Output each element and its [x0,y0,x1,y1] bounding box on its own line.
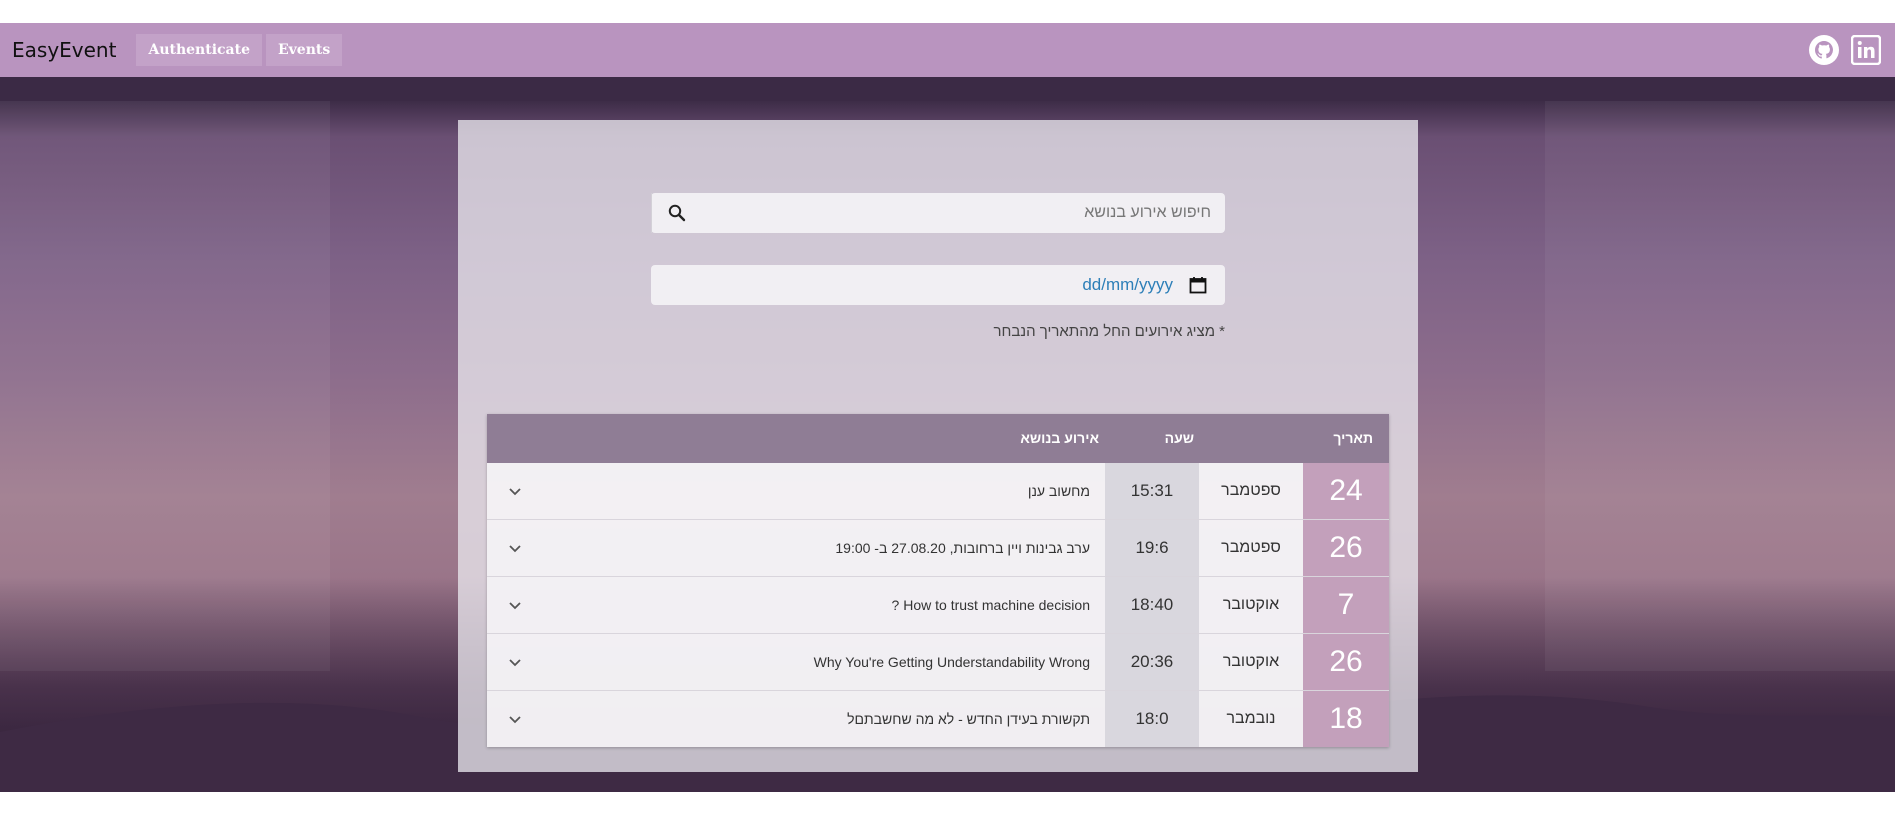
search-button[interactable] [651,193,702,233]
background-panel-right [1545,101,1895,671]
table-row[interactable]: 18 נובמבר 18:0 תקשורת בעידן החדש - לא מה… [487,690,1389,747]
nav-link-events[interactable]: Events [265,34,343,66]
header-date: תאריך [1333,430,1373,446]
row-day: 18 [1303,691,1389,747]
row-time: 20:36 [1105,634,1199,690]
date-note: * מציג אירועים החל מהתאריך הנבחר [993,323,1225,340]
chevron-down-icon[interactable] [505,481,525,501]
background-scene: dd/mm/yyyy * מציג אירועים החל מהתאריך הנ… [0,77,1895,792]
linkedin-icon[interactable] [1849,33,1883,67]
table-row[interactable]: 26 ספטמבר 19:6 ערב גבינות ויין ברחובות, … [487,519,1389,576]
chevron-down-icon[interactable] [505,652,525,672]
row-topic: תקשורת בעידן החדש - לא מה שחשבתםל [847,711,1090,727]
table-row[interactable]: 26 אוקטובר 20:36 Why You're Getting Unde… [487,633,1389,690]
row-month: ספטמבר [1221,539,1281,556]
table-row[interactable]: 24 ספטמבר 15:31 מחשוב ענן [487,463,1389,519]
row-month: אוקטובר [1222,596,1280,613]
row-time: 15:31 [1105,463,1199,519]
header-band [0,77,1895,101]
row-time: 19:6 [1105,520,1199,576]
chevron-down-icon[interactable] [505,709,525,729]
header-topic: אירוע בנושא [1020,430,1099,446]
search-input[interactable] [702,193,1225,233]
calendar-icon[interactable] [1189,276,1207,294]
events-card: dd/mm/yyyy * מציג אירועים החל מהתאריך הנ… [458,120,1418,772]
header-time: שעה [1164,430,1194,446]
nav-link-authenticate[interactable]: Authenticate [136,34,262,66]
row-month: ספטמבר [1221,482,1281,499]
row-topic: ערב גבינות ויין ברחובות, 27.08.20 ב- 19:… [835,540,1090,556]
row-day: 7 [1303,577,1389,633]
row-day: 24 [1303,463,1389,519]
row-topic: Why You're Getting Understandability Wro… [813,654,1090,670]
row-topic: How to trust machine decision ? [891,597,1090,613]
brand-logo[interactable]: EasyEvent [12,38,116,62]
row-month: נובמבר [1226,710,1276,727]
row-day: 26 [1303,634,1389,690]
row-topic: מחשוב ענן [1027,483,1090,499]
table-header: תאריך שעה אירוע בנושא [487,414,1389,463]
row-month: אוקטובר [1222,653,1280,670]
events-table: תאריך שעה אירוע בנושא 24 ספטמבר 15:31 מח… [487,414,1389,747]
navbar: EasyEvent Authenticate Events [0,23,1895,77]
background-panel-left [0,101,330,671]
search-icon [668,204,686,222]
social-links [1807,33,1883,67]
date-value: dd/mm/yyyy [1082,275,1173,294]
chevron-down-icon[interactable] [505,595,525,615]
chevron-down-icon[interactable] [505,538,525,558]
github-icon[interactable] [1807,33,1841,67]
row-time: 18:40 [1105,577,1199,633]
row-time: 18:0 [1105,691,1199,747]
row-day: 26 [1303,520,1389,576]
search-bar [651,193,1225,233]
table-row[interactable]: 7 אוקטובר 18:40 How to trust machine dec… [487,576,1389,633]
date-input[interactable]: dd/mm/yyyy [651,265,1225,305]
